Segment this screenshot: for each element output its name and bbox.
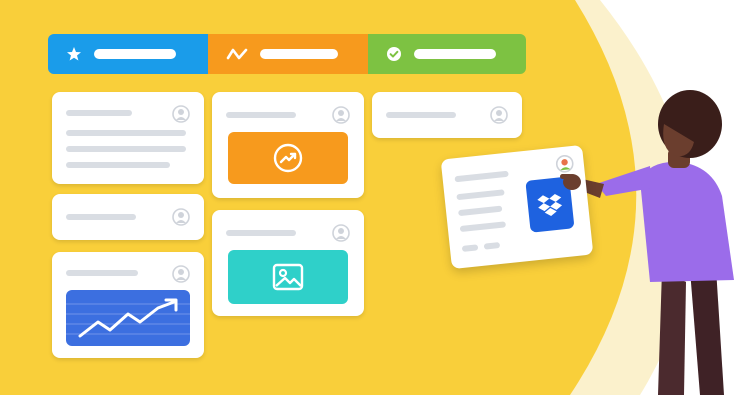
- illustration-stage: [0, 0, 737, 395]
- hand-icon: [560, 174, 581, 190]
